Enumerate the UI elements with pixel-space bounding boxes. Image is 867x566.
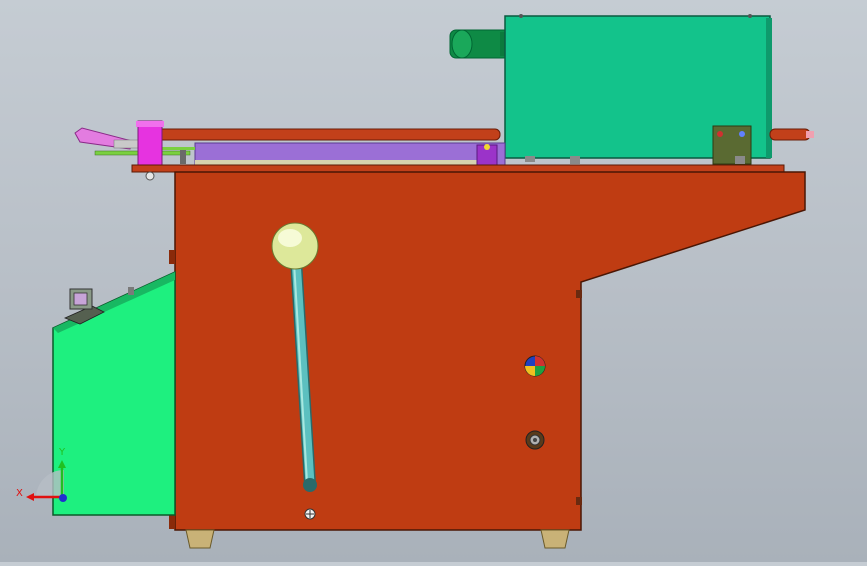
motor-foot [525,156,535,162]
indicator-light-blue [739,131,745,137]
rail-post [180,150,186,164]
roller-bar-tip [806,131,814,138]
socket-icon[interactable] [525,430,545,450]
cad-viewport[interactable]: X Y [0,0,867,562]
lever-base [303,478,317,492]
main-frame[interactable] [169,171,806,531]
frame-body[interactable] [174,171,806,531]
motor-endcap [451,29,473,59]
clamp-assembly[interactable] [74,120,164,170]
motor-foot [735,156,745,164]
control-box[interactable] [52,270,176,516]
feed-plate-edge [195,160,485,165]
clamp-spring [113,139,141,149]
gauge-face [73,292,88,306]
clamp-block-top [136,121,164,127]
clamp-block[interactable] [137,120,163,170]
triad-shade [36,470,64,497]
screw-icon [304,508,316,520]
motor-box-screw [519,14,523,18]
roller-bar-left[interactable] [154,128,501,141]
foot-left [185,529,215,549]
deck-plate [131,164,785,173]
plate-clamp-pin [484,144,490,150]
indicator-light-red [717,131,723,137]
motor-foot [570,156,580,164]
lever-knob-highlight [278,229,302,247]
frame-hinge [576,290,582,298]
triad-y-label: Y [58,447,66,458]
foot-right [540,529,570,549]
triad-x-arrow [26,493,34,501]
axis-triad: X Y [16,447,67,502]
deck-bolt [145,171,155,181]
feet [185,529,570,549]
motor-assembly[interactable] [449,14,772,165]
color-wheel-icon[interactable] [524,355,546,377]
frame-hinge [576,497,582,505]
guide-rail-upper [160,147,195,150]
control-knob[interactable] [128,287,134,295]
motor-box-screw [748,14,752,18]
model-canvas[interactable]: X Y [0,0,867,562]
triad-z-axis [59,494,67,502]
roller-bar-right[interactable] [769,128,811,141]
frame-hinge [169,515,175,529]
frame-hinge [169,250,175,264]
triad-x-label: X [16,488,23,499]
